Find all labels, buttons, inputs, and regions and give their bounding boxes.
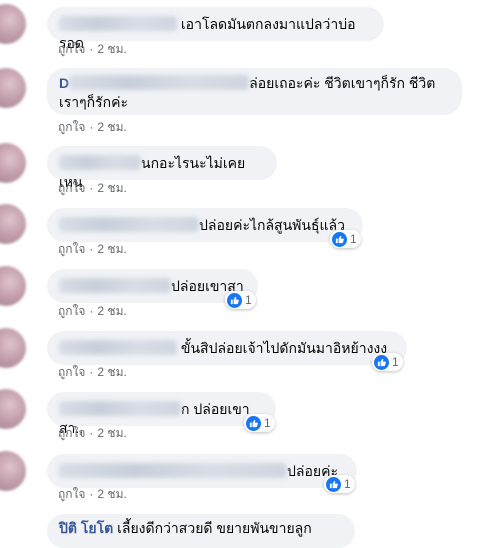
reaction-count[interactable]: 1 [330,230,361,248]
like-link[interactable]: ถูกใจ [58,242,85,256]
commenter-name-blur[interactable] [69,75,250,90]
comment-text: ปล่อยค่ะไกล้สูนพันธุ์แล้ว [199,217,345,233]
commenter-name[interactable] [59,155,141,170]
comment-bubble: ปล่อยค่ะไกล้สูนพันธุ์แล้ว [47,208,363,242]
comment-bubble: ก ปล่อยเขาสา.. [47,392,276,436]
timestamp[interactable]: 2 ชม. [97,426,126,440]
comment-bubble: ปิติ โยโต เลี้ยงดีกว่าสวยดี ขยายพันขายลู… [47,514,355,548]
commenter-name[interactable] [59,463,287,478]
timestamp[interactable]: 2 ชม. [97,120,126,134]
thumbs-up-icon [227,292,242,308]
avatar[interactable] [0,4,26,44]
avatar[interactable] [0,143,26,183]
comment-bubble: นกอะไรนะไม่เคยเหน [47,146,277,190]
timestamp[interactable]: 2 ชม. [97,181,126,195]
avatar[interactable] [0,204,26,244]
avatar[interactable] [0,266,26,306]
comment-meta: ถูกใจ · 2 ชม. [58,120,127,134]
commenter-name[interactable] [59,16,177,31]
like-link[interactable]: ถูกใจ [58,426,85,440]
thumbs-up-icon [332,231,347,247]
comment-bubble: ขั้นสิปล่อยเจ้าไปดักมันมาอิหย้างงง [47,331,407,365]
commenter-name[interactable] [59,340,177,355]
thumbs-up-icon [326,476,341,492]
commenter-name[interactable]: D [59,75,69,91]
comment-bubble: เอาโลดมันตกลงมาแปลว่าบ่อรอด [47,7,384,51]
timestamp[interactable]: 2 ชม. [97,304,126,318]
reaction-count[interactable]: 1 [244,414,275,432]
like-link[interactable]: ถูกใจ [58,487,85,501]
comment-meta: ถูกใจ · 2 ชม. [58,365,127,379]
thumbs-up-icon [246,415,261,431]
comment-meta: ถูกใจ · 2 ชม. [58,42,127,56]
comment-meta: ถูกใจ · 2 ชม. [58,487,127,501]
like-link[interactable]: ถูกใจ [58,120,85,134]
avatar[interactable] [0,389,26,429]
comment-text: เลี้ยงดีกว่าสวยดี ขยายพันขายลูก [117,520,312,536]
comment-meta: ถูกใจ · 2 ชม. [58,304,127,318]
comment-text: ล่อยเถอะค่ะ ชีวิตเขาๆก็รัก ชีวิต [249,75,436,91]
comment-bubble: D ล่อยเถอะค่ะ ชีวิตเขาๆก็รัก ชีวิต เราๆก็… [47,68,462,115]
like-link[interactable]: ถูกใจ [58,304,85,318]
thumbs-up-icon [374,354,389,370]
comment-bubble: ปล่อยค่ะ [47,454,357,488]
comment-text: ขั้นสิปล่อยเจ้าไปดักมันมาอิหย้างงง [180,340,388,356]
avatar[interactable] [0,451,26,491]
reaction-count[interactable]: 1 [225,291,256,309]
comment-meta: ถูกใจ · 2 ชม. [58,426,127,440]
avatar[interactable] [0,328,26,368]
reaction-count[interactable]: 1 [372,353,403,371]
like-link[interactable]: ถูกใจ [58,365,85,379]
timestamp[interactable]: 2 ชม. [97,42,126,56]
avatar[interactable] [0,68,26,108]
reaction-count[interactable]: 1 [324,475,355,493]
comment-meta: ถูกใจ · 2 ชม. [58,242,127,256]
timestamp[interactable]: 2 ชม. [97,242,126,256]
commenter-name[interactable]: ปิติ โยโต [59,520,113,536]
like-link[interactable]: ถูกใจ [58,181,85,195]
commenter-name[interactable] [59,278,171,293]
commenter-name[interactable] [59,401,181,416]
comment-text-cont: เราๆก็รักค่ะ [59,94,129,110]
commenter-name[interactable] [59,217,199,232]
timestamp[interactable]: 2 ชม. [97,365,126,379]
like-link[interactable]: ถูกใจ [58,42,85,56]
timestamp[interactable]: 2 ชม. [97,487,126,501]
comment-meta: ถูกใจ · 2 ชม. [58,181,127,195]
